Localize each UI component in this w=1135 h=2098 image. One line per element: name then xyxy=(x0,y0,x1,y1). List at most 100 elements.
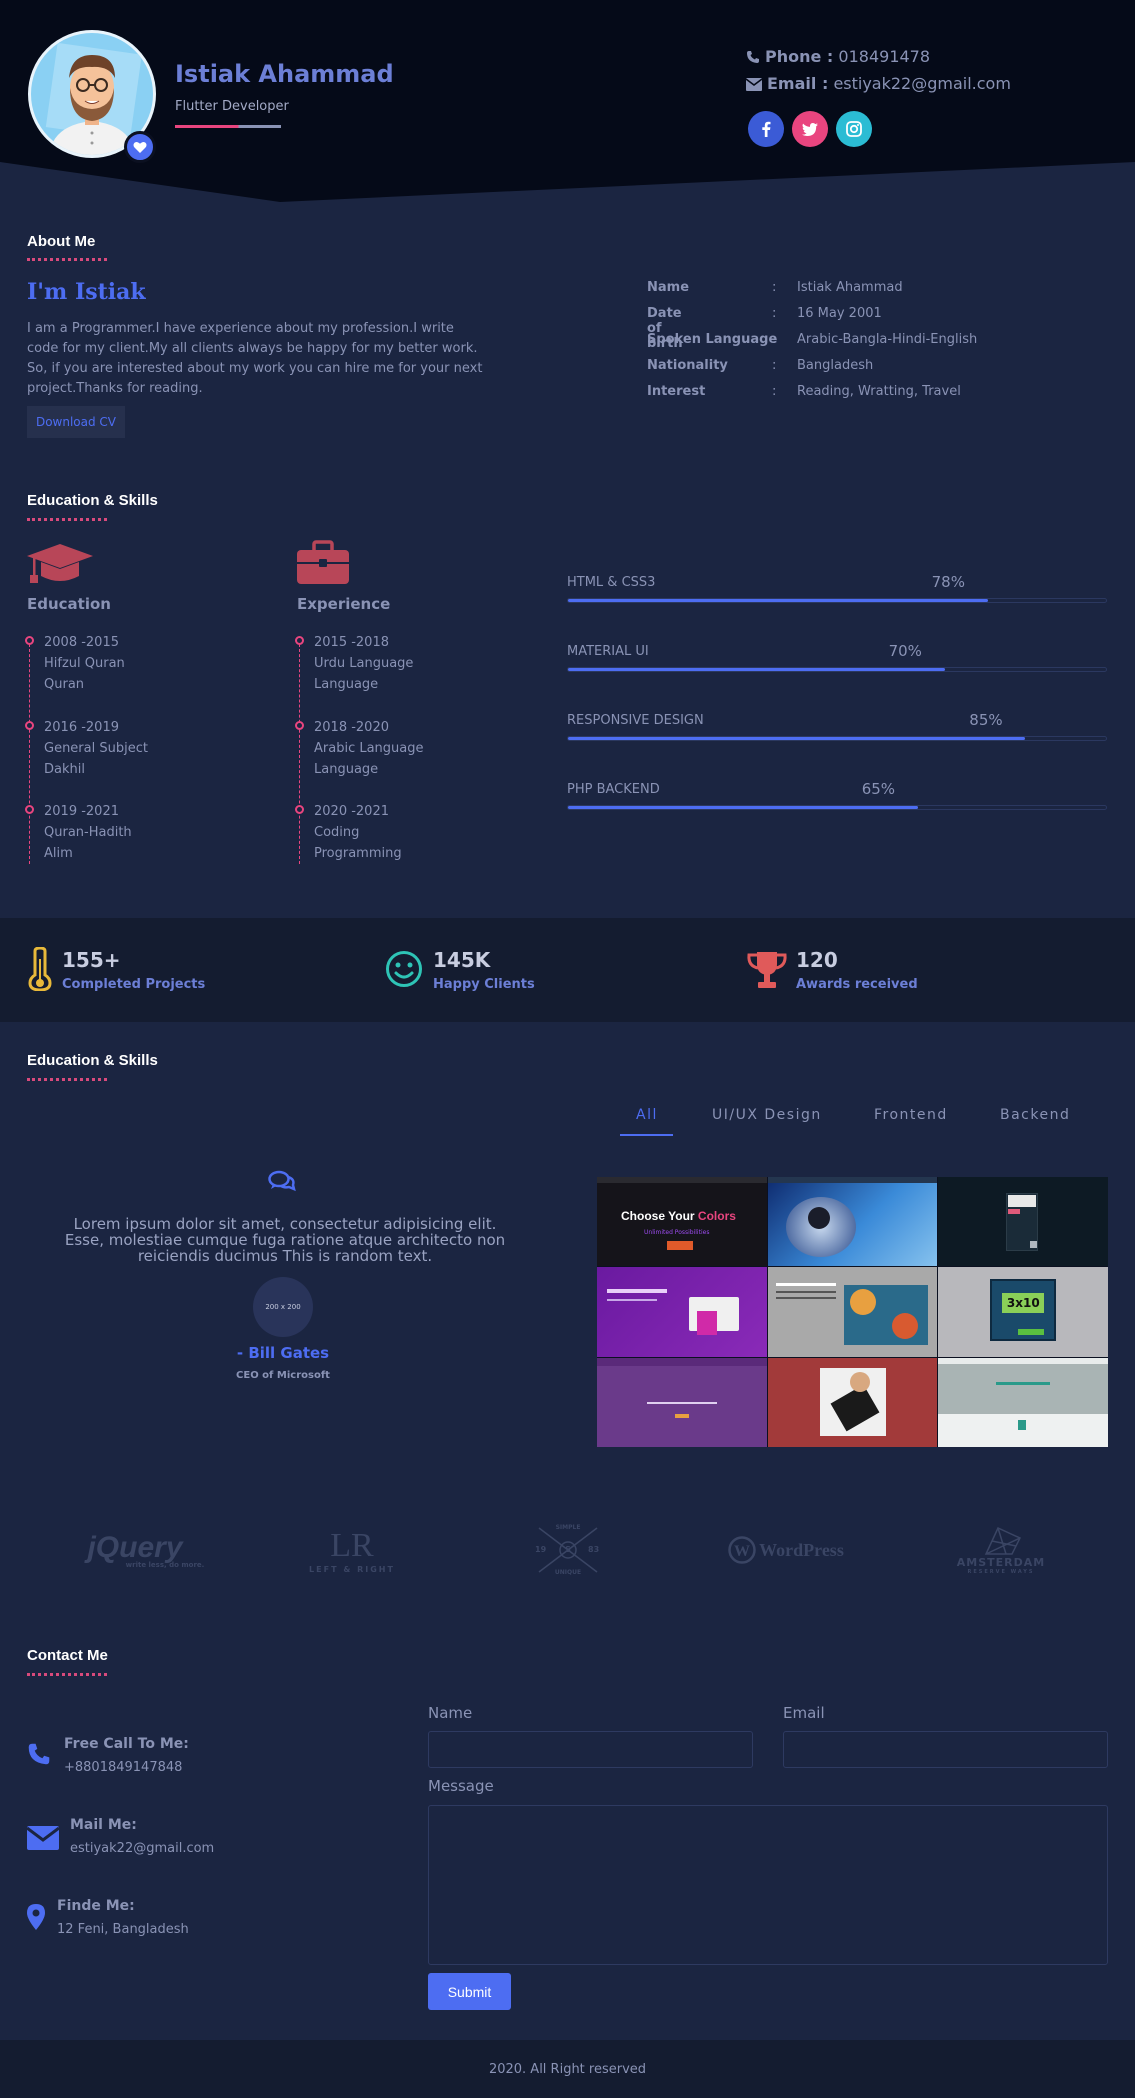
portfolio-thumb[interactable]: Choose Your Colors Unlimited Possibiliti… xyxy=(597,1177,767,1267)
tab-all[interactable]: All xyxy=(636,1107,658,1123)
find-value: 12 Feni, Bangladesh xyxy=(57,1922,189,1937)
about-section-title: About Me xyxy=(27,233,96,250)
submit-button[interactable]: Submit xyxy=(428,1973,511,2010)
name-field[interactable] xyxy=(428,1731,753,1768)
envelope-icon xyxy=(745,76,763,95)
header-phone: Phone : 018491478 xyxy=(746,47,930,68)
section-underline xyxy=(27,1078,107,1081)
message-field[interactable] xyxy=(428,1805,1108,1965)
phone-icon xyxy=(746,49,760,68)
about-bio: I am a Programmer.I have experience abou… xyxy=(27,321,483,396)
skill-progress-fill xyxy=(568,668,945,671)
facebook-icon[interactable] xyxy=(748,111,784,147)
stat-number: 120 xyxy=(796,948,838,972)
footer: 2020. All Right reserved xyxy=(0,2040,1135,2098)
call-value[interactable]: +8801849147848 xyxy=(64,1760,182,1775)
skill-progress-bar xyxy=(567,736,1107,741)
experience-heading: Experience xyxy=(297,595,391,613)
skill-percent: 65% xyxy=(861,780,896,798)
portfolio-thumb[interactable] xyxy=(938,1357,1108,1447)
skill-percent: 78% xyxy=(931,573,965,591)
twitter-icon[interactable] xyxy=(792,111,828,147)
location-pin-icon xyxy=(27,1904,45,1934)
profile-role: Flutter Developer xyxy=(175,99,289,114)
portfolio-thumb[interactable]: 3x10 xyxy=(938,1267,1108,1357)
role-underline xyxy=(175,125,281,128)
download-cv-button[interactable]: Download CV xyxy=(27,406,125,438)
skill-item: MATERIAL UI 70% xyxy=(567,641,1108,710)
section-underline xyxy=(27,258,107,261)
stat-label: Happy Clients xyxy=(433,977,535,992)
skill-progress-bar xyxy=(567,598,1107,603)
skill-item: HTML & CSS3 78% xyxy=(567,572,1108,641)
timeline-item: 2018 -2020 Arabic Language Language xyxy=(314,720,424,777)
tab-uiux-design[interactable]: UI/UX Design xyxy=(712,1107,822,1123)
timeline-item: 2016 -2019 General Subject Dakhil xyxy=(44,720,148,777)
timeline-line xyxy=(29,644,30,864)
timeline-dot xyxy=(295,721,304,730)
portfolio-gallery: Choose Your Colors Unlimited Possibiliti… xyxy=(597,1177,1108,1447)
portfolio-thumb[interactable] xyxy=(938,1177,1108,1267)
wordpress-logo: W WordPress xyxy=(716,1520,856,1580)
testimonial-avatar: 200 x 200 xyxy=(253,1277,313,1337)
portfolio-thumb[interactable] xyxy=(597,1267,767,1357)
email-field-label: Email xyxy=(783,1704,825,1722)
stats-band xyxy=(0,918,1135,1022)
education-section-title: Education & Skills xyxy=(27,492,158,509)
trophy-icon xyxy=(746,950,788,994)
stat-number: 145K xyxy=(433,948,491,972)
testimonial-author: - Bill Gates xyxy=(236,1344,330,1362)
portfolio-thumb[interactable] xyxy=(767,1177,938,1267)
chat-bubbles-icon xyxy=(268,1170,296,1196)
profile-name: Istiak Ahammad xyxy=(175,60,394,88)
wordpress-icon: W xyxy=(728,1536,756,1564)
timeline-dot xyxy=(25,721,34,730)
simple-unique-logo: SIMPLE UNIQUE 19 83 S xyxy=(535,1524,600,1576)
left-right-logo: LR LEFT & RIGHT xyxy=(309,1526,395,1574)
call-label: Free Call To Me: xyxy=(64,1736,189,1752)
stat-label: Completed Projects xyxy=(62,977,206,992)
active-tab-underline xyxy=(620,1134,673,1136)
skill-progress-fill xyxy=(568,599,988,602)
instagram-icon[interactable] xyxy=(836,111,872,147)
name-field-label: Name xyxy=(428,1704,473,1722)
timeline-dot xyxy=(295,636,304,645)
education-heading: Education xyxy=(27,595,111,613)
timeline-dot xyxy=(25,636,34,645)
mail-value[interactable]: estiyak22@gmail.com xyxy=(70,1841,214,1856)
contact-section-title: Contact Me xyxy=(27,1647,108,1664)
portfolio-thumb[interactable] xyxy=(767,1357,938,1447)
testimonial-author-title: CEO of Microsoft xyxy=(236,1370,330,1381)
greeting-title: I'm Istiak xyxy=(27,279,146,305)
tab-frontend[interactable]: Frontend xyxy=(874,1107,948,1123)
timeline-dot xyxy=(25,805,34,814)
header-email: Email : estiyak22@gmail.com xyxy=(745,74,1011,95)
svg-text:W: W xyxy=(734,1543,750,1560)
timeline-item: 2008 -2015 Hifzul Quran Quran xyxy=(44,635,125,692)
skill-progress-bar xyxy=(567,805,1107,810)
skills-list: HTML & CSS3 78% MATERIAL UI 70% RESPONSI… xyxy=(567,572,1108,848)
heart-icon[interactable] xyxy=(124,131,156,163)
briefcase-icon xyxy=(297,540,349,588)
skill-progress-fill xyxy=(568,806,918,809)
timeline-line xyxy=(299,644,300,864)
section-underline xyxy=(27,1673,107,1676)
timeline-item: 2020 -2021 Coding Programming xyxy=(314,804,402,861)
stat-label: Awards received xyxy=(796,977,918,992)
envelope-icon xyxy=(26,1826,60,1854)
skill-percent: 85% xyxy=(969,711,1003,729)
email-field[interactable] xyxy=(783,1731,1108,1768)
portfolio-thumb[interactable] xyxy=(597,1357,767,1447)
skill-progress-bar xyxy=(567,667,1107,672)
amsterdam-logo: AMSTERDAM RESERVE WAYS xyxy=(946,1520,1056,1580)
tab-backend[interactable]: Backend xyxy=(1000,1107,1070,1123)
skill-item: RESPONSIVE DESIGN 85% xyxy=(567,710,1108,779)
thermometer-icon xyxy=(27,946,53,995)
stat-number: 155+ xyxy=(62,948,121,972)
message-field-label: Message xyxy=(428,1777,494,1795)
timeline-item: 2015 -2018 Urdu Language Language xyxy=(314,635,414,692)
header-background xyxy=(0,0,1135,202)
jquery-logo: jQuery write less, do more. xyxy=(87,1531,205,1569)
portfolio-thumb[interactable] xyxy=(767,1267,938,1357)
timeline-item: 2019 -2021 Quran-Hadith Alim xyxy=(44,804,132,861)
